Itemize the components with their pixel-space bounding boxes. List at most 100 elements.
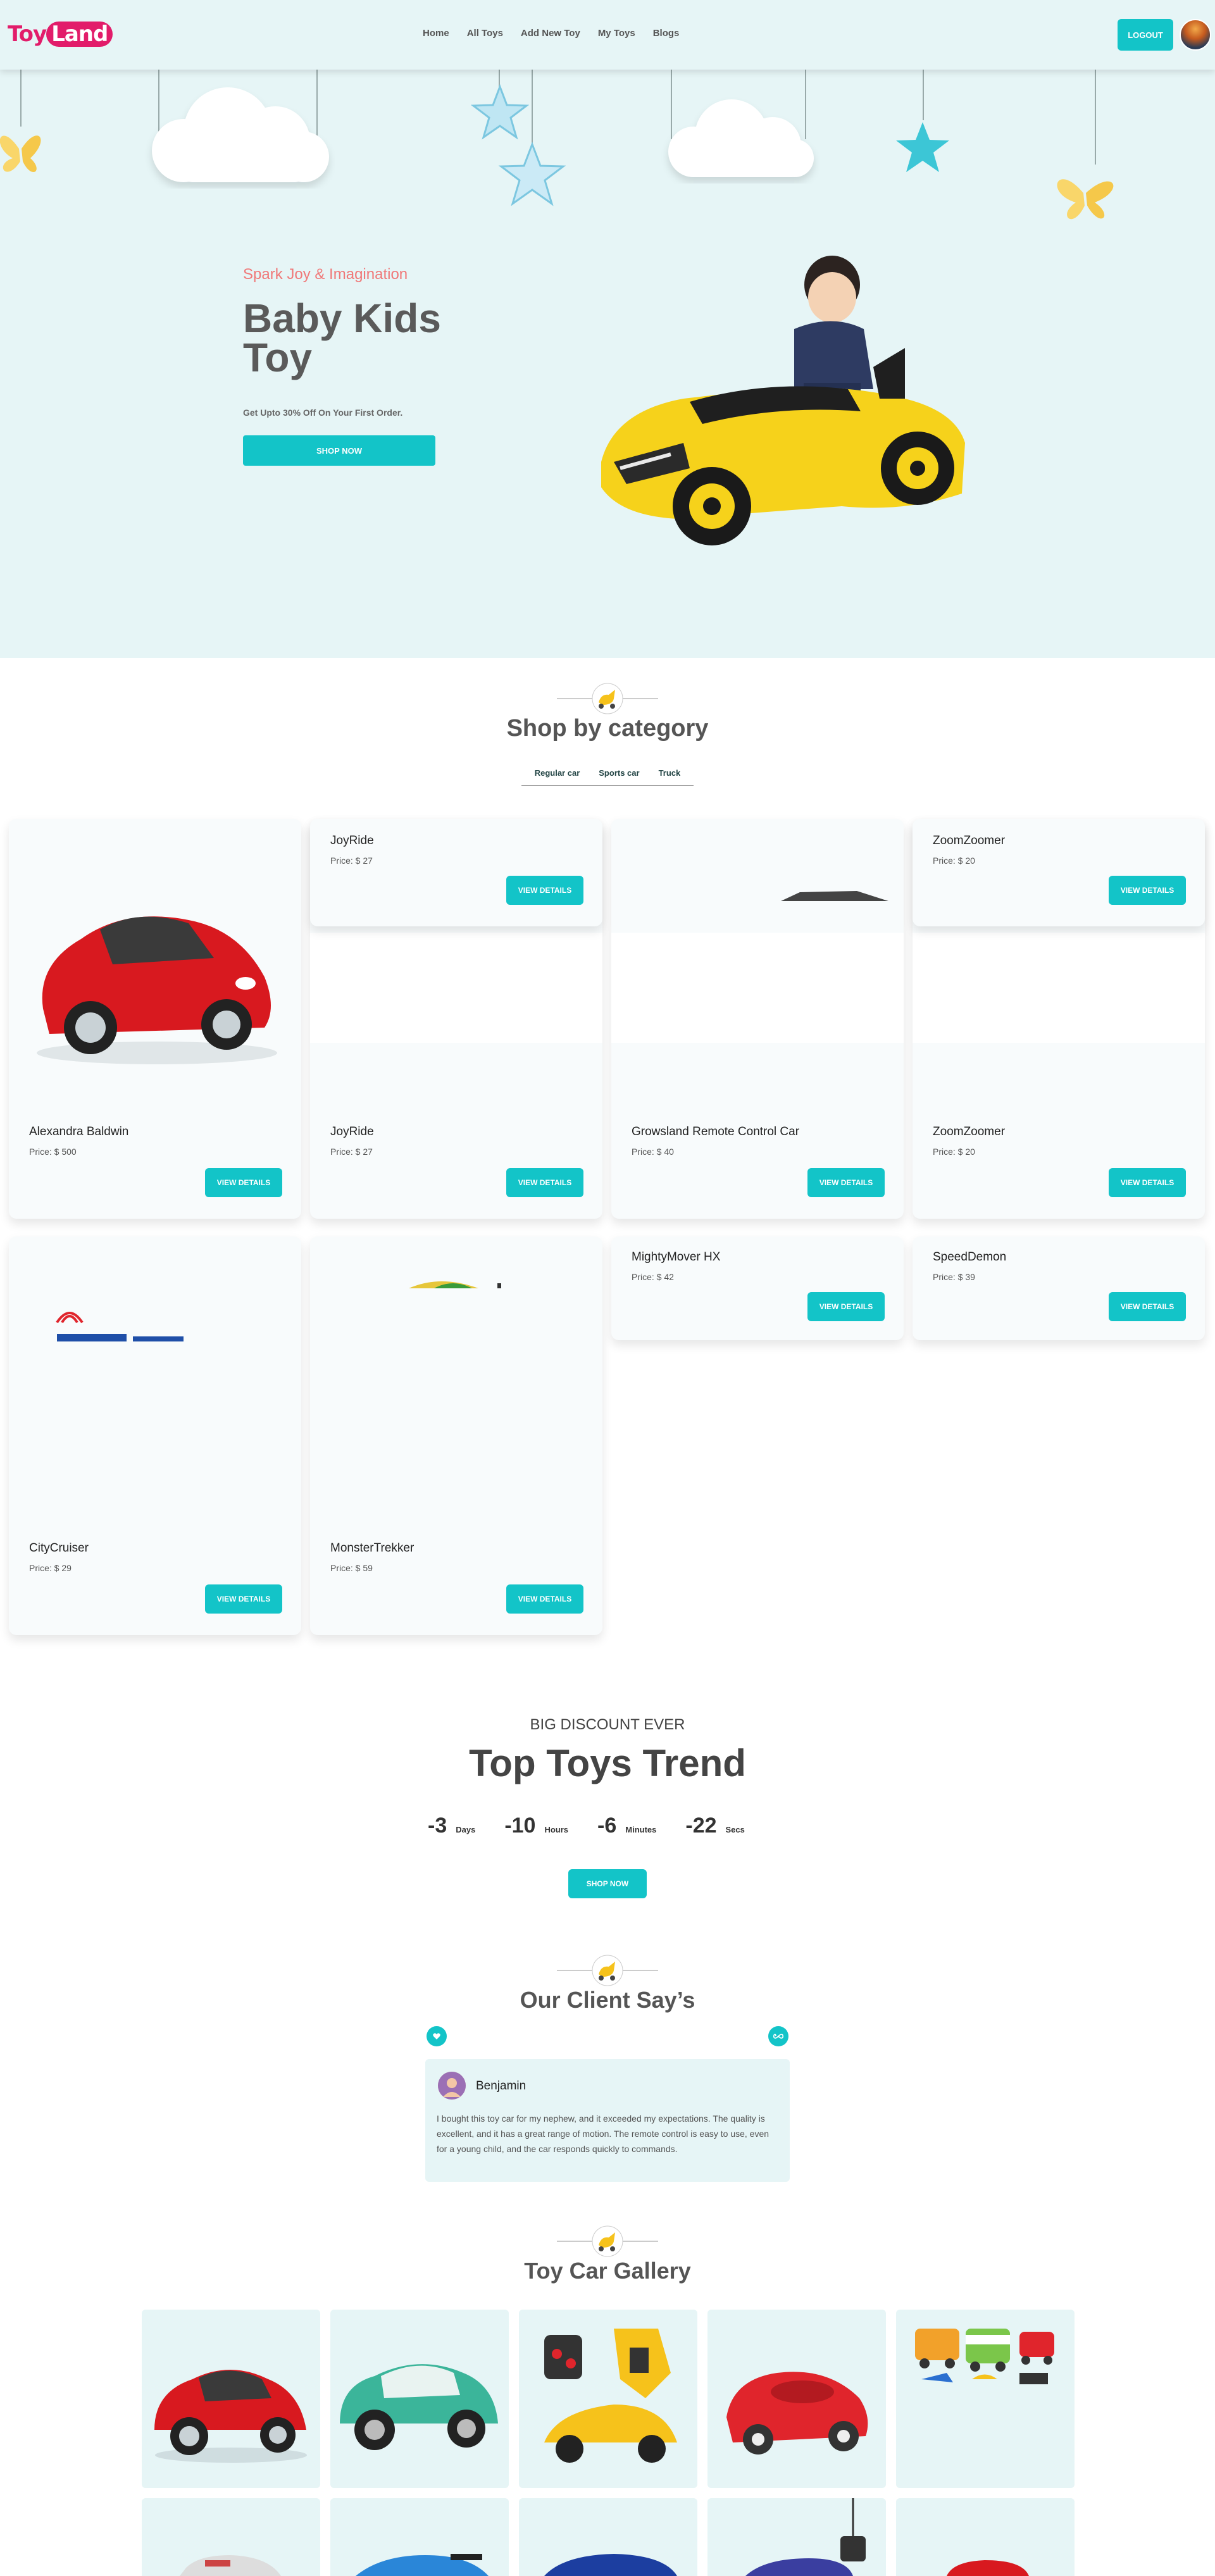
product-name: Alexandra Baldwin (29, 1125, 129, 1138)
product-price: Price: $ 20 (933, 1147, 975, 1157)
view-details-button[interactable]: VIEW DETAILS (807, 1292, 885, 1321)
gallery-image[interactable] (707, 2498, 886, 2576)
countdown-days-value: -3 (428, 1814, 447, 1838)
countdown-minutes-value: -6 (597, 1814, 617, 1838)
hero-offer-text: Get Upto 30% Off On Your First Order. (243, 408, 403, 418)
navy-car-partial-image (544, 2554, 677, 2576)
logo-word-toy: Toy (8, 22, 47, 47)
product-price: Price: $ 29 (29, 1563, 72, 1573)
main-nav: Home All Toys Add New Toy My Toys Blogs (423, 28, 697, 39)
view-details-button[interactable]: VIEW DETAILS (506, 876, 583, 905)
gallery-image[interactable] (330, 2310, 509, 2488)
countdown-hours-label: Hours (544, 1825, 569, 1834)
logout-button[interactable]: LOGOUT (1118, 19, 1173, 51)
product-price: Price: $ 500 (29, 1147, 77, 1157)
section-ornament-icon (557, 1955, 658, 1986)
monster-truck-partial-image (409, 1281, 501, 1288)
view-details-button[interactable]: VIEW DETAILS (1109, 1168, 1186, 1197)
product-name: MonsterTrekker (330, 1541, 414, 1555)
hero-banner: Spark Joy & Imagination Baby Kids Toy Get… (0, 70, 1215, 658)
countdown-secs-value: -22 (685, 1814, 717, 1838)
gallery-image[interactable] (896, 2498, 1075, 2576)
product-price: Price: $ 20 (933, 856, 975, 866)
nav-blogs[interactable]: Blogs (653, 28, 680, 39)
red-beetle-car-image (154, 2370, 307, 2463)
tab-regular-car[interactable]: Regular car (535, 768, 580, 785)
red-ride-on-car-image (726, 2372, 868, 2455)
nav-home[interactable]: Home (423, 28, 449, 39)
hanging-string (923, 70, 924, 120)
user-avatar[interactable] (1180, 19, 1211, 51)
product-card: MightyMover HX Price: $ 42 VIEW DETAILS (611, 1236, 904, 1340)
category-tabs: Regular car Sports car Truck (521, 768, 694, 786)
product-card: MonsterTrekker Price: $ 59 VIEW DETAILS (310, 1236, 602, 1635)
nav-add-new-toy[interactable]: Add New Toy (521, 28, 580, 39)
testimonials-title: Our Client Say’s (520, 1987, 695, 2013)
cloud-decoration (668, 99, 814, 177)
nav-all-toys[interactable]: All Toys (467, 28, 503, 39)
butterfly-icon (0, 135, 41, 172)
testimonial-prev-button[interactable] (427, 2026, 447, 2046)
gallery-image[interactable] (142, 2310, 320, 2488)
gallery-title: Toy Car Gallery (524, 2258, 691, 2284)
gallery-image[interactable] (707, 2310, 886, 2488)
rc-car-antenna-partial-image (745, 2498, 866, 2576)
red-car-partial-image (947, 2560, 1029, 2576)
view-details-button[interactable]: VIEW DETAILS (506, 1584, 583, 1614)
product-name: SpeedDemon (933, 1250, 1007, 1264)
product-price: Price: $ 59 (330, 1563, 373, 1573)
hero-title-line2: Toy (243, 335, 313, 380)
product-name: ZoomZoomer (933, 834, 1006, 847)
nav-my-toys[interactable]: My Toys (598, 28, 635, 39)
tab-sports-car[interactable]: Sports car (599, 768, 639, 785)
white-car-partial-image (180, 2555, 281, 2576)
product-card: CityCruiser Price: $ 29 VIEW DETAILS (9, 1236, 301, 1635)
product-name: JoyRide (330, 834, 374, 847)
view-details-button[interactable]: VIEW DETAILS (205, 1168, 282, 1197)
logo-text: Toy Land (8, 22, 113, 47)
tab-truck[interactable]: Truck (659, 768, 681, 785)
cloud-decoration (152, 87, 329, 182)
gallery-image[interactable] (519, 2310, 697, 2488)
view-details-button[interactable]: VIEW DETAILS (1109, 876, 1186, 905)
reviewer-avatar (438, 2072, 466, 2100)
heart-icon (433, 2033, 440, 2039)
hero-title: Baby Kids Toy (243, 298, 471, 380)
product-card: Growsland Remote Control Car Price: $ 40… (611, 819, 904, 1219)
product-name: Growsland Remote Control Car (632, 1125, 800, 1138)
countdown-timer: -3 Days -10 Hours -6 Minutes -22 Secs (428, 1814, 765, 1838)
reviewer-name: Benjamin (476, 2079, 526, 2093)
product-name: MightyMover HX (632, 1250, 721, 1264)
testimonial-next-button[interactable] (768, 2026, 788, 2046)
gallery-image[interactable] (142, 2498, 320, 2576)
gallery-image[interactable] (896, 2310, 1075, 2488)
product-card: ZoomZoomer Price: $ 20 VIEW DETAILS (913, 819, 1205, 926)
discount-title: Top Toys Trend (469, 1742, 746, 1784)
view-details-button[interactable]: VIEW DETAILS (1109, 1292, 1186, 1321)
view-details-button[interactable]: VIEW DETAILS (506, 1168, 583, 1197)
kid-ride-on-car-image (601, 256, 965, 545)
testimonial-card: Benjamin I bought this toy car for my ne… (425, 2059, 790, 2182)
logo-word-land: Land (46, 22, 113, 47)
red-beetle-car-image (37, 916, 277, 1064)
countdown-minutes-label: Minutes (625, 1825, 657, 1834)
discount-shop-now-button[interactable]: SHOP NOW (568, 1869, 647, 1898)
toyland-logo[interactable]: Toy Land (8, 18, 113, 53)
rc-car-partial-image (781, 891, 888, 901)
view-details-button[interactable]: VIEW DETAILS (807, 1168, 885, 1197)
view-details-button[interactable]: VIEW DETAILS (205, 1584, 282, 1614)
section-ornament-icon (557, 683, 658, 714)
category-title: Shop by category (506, 715, 709, 742)
review-text: I bought this toy car for my nephew, and… (437, 2113, 770, 2154)
product-price: Price: $ 27 (330, 856, 373, 866)
top-navbar: Toy Land Home All Toys Add New Toy My Toy… (0, 0, 1215, 70)
product-price: Price: $ 27 (330, 1147, 373, 1157)
product-card: SpeedDemon Price: $ 39 VIEW DETAILS (913, 1236, 1205, 1340)
hero-shop-now-button[interactable]: SHOP NOW (243, 435, 435, 466)
butterfly-icon (1057, 179, 1114, 220)
countdown-days-label: Days (456, 1825, 476, 1834)
product-price: Price: $ 40 (632, 1147, 674, 1157)
gallery-image[interactable] (330, 2498, 509, 2576)
hanging-string (1095, 70, 1096, 165)
gallery-image[interactable] (519, 2498, 697, 2576)
